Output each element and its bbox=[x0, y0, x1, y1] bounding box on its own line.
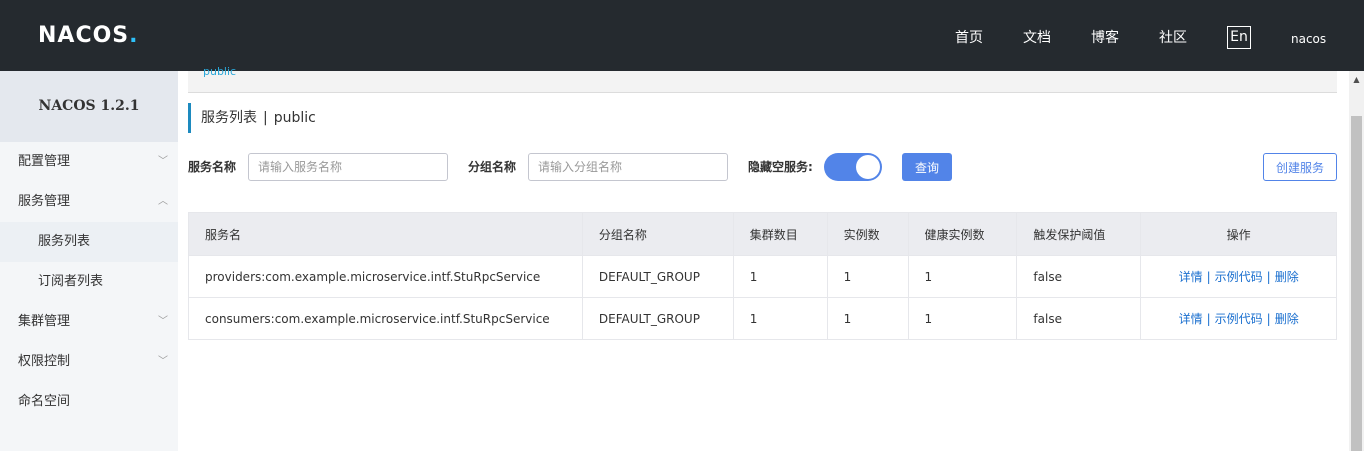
sample-code-link[interactable]: 示例代码 bbox=[1215, 270, 1263, 284]
sidebar-item-label: 配置管理 bbox=[18, 154, 71, 169]
column-header-operations: 操作 bbox=[1140, 212, 1337, 256]
service-name-input[interactable] bbox=[248, 153, 448, 181]
nav-home[interactable]: 首页 bbox=[955, 28, 983, 48]
cell-instance-count: 1 bbox=[826, 255, 909, 298]
sidebar-item-subscriber-list[interactable]: 订阅者列表 bbox=[0, 262, 178, 302]
sidebar-item-label: 订阅者列表 bbox=[38, 274, 104, 289]
cell-service-name: providers:com.example.microservice.intf.… bbox=[188, 255, 583, 298]
chevron-up-icon: ︿ bbox=[158, 196, 168, 207]
sidebar-item-cluster-management[interactable]: 集群管理 ﹀ bbox=[0, 302, 178, 342]
column-header-instance-count: 实例数 bbox=[826, 212, 909, 256]
sidebar-item-label: 命名空间 bbox=[18, 394, 71, 409]
cell-cluster-count: 1 bbox=[732, 297, 828, 340]
toggle-knob bbox=[856, 155, 880, 179]
logo-dot: . bbox=[129, 23, 139, 48]
column-header-healthy-instances: 健康实例数 bbox=[907, 212, 1018, 256]
op-separator: | bbox=[1266, 270, 1271, 284]
sidebar: NACOS 1.2.1 配置管理 ﹀ 服务管理 ︿ 服务列表 订阅者列表 集群管… bbox=[0, 71, 178, 451]
sidebar-item-config-management[interactable]: 配置管理 ﹀ bbox=[0, 142, 178, 182]
group-name-label: 分组名称 bbox=[468, 160, 517, 174]
table-header-row: 服务名 分组名称 集群数目 实例数 健康实例数 触发保护阈值 操作 bbox=[188, 212, 1337, 256]
cell-healthy-instances: 1 bbox=[907, 255, 1018, 298]
column-header-protect-threshold: 触发保护阈值 bbox=[1016, 212, 1142, 256]
query-button[interactable]: 查询 bbox=[902, 153, 952, 181]
title-separator: | bbox=[263, 110, 268, 126]
cell-protect-threshold: false bbox=[1016, 255, 1142, 298]
nav-docs[interactable]: 文档 bbox=[1023, 28, 1051, 48]
main-content: public 服务列表 | public 服务名称 分组名称 隐藏空服务: 查询 创… bbox=[178, 65, 1349, 451]
cell-operations: 详情 | 示例代码 | 删除 bbox=[1140, 297, 1337, 340]
op-separator: | bbox=[1206, 312, 1211, 326]
table-row: providers:com.example.microservice.intf.… bbox=[188, 255, 1337, 298]
table-row: consumers:com.example.microservice.intf.… bbox=[188, 297, 1337, 340]
sidebar-item-label: 权限控制 bbox=[18, 354, 71, 369]
chevron-down-icon: ﹀ bbox=[158, 156, 168, 167]
chevron-down-icon: ﹀ bbox=[158, 356, 168, 367]
page-title: 服务列表 | public bbox=[188, 103, 316, 133]
cell-operations: 详情 | 示例代码 | 删除 bbox=[1140, 255, 1337, 298]
sidebar-item-label: 服务管理 bbox=[18, 194, 71, 209]
sidebar-item-service-management[interactable]: 服务管理 ︿ bbox=[0, 182, 178, 222]
nav-community[interactable]: 社区 bbox=[1159, 28, 1187, 48]
service-table: 服务名 分组名称 集群数目 实例数 健康实例数 触发保护阈值 操作 provid… bbox=[188, 212, 1337, 340]
hide-empty-services-label: 隐藏空服务: bbox=[748, 160, 813, 174]
nacos-logo[interactable]: NACOS. bbox=[38, 25, 139, 47]
sidebar-item-namespace[interactable]: 命名空间 bbox=[0, 382, 178, 422]
cell-protect-threshold: false bbox=[1016, 297, 1142, 340]
sample-code-link[interactable]: 示例代码 bbox=[1215, 312, 1263, 326]
cell-cluster-count: 1 bbox=[732, 255, 828, 298]
namespace-bar: public bbox=[188, 65, 1337, 93]
chevron-down-icon: ﹀ bbox=[158, 316, 168, 327]
cell-healthy-instances: 1 bbox=[907, 297, 1018, 340]
sidebar-version-title: NACOS 1.2.1 bbox=[0, 71, 178, 142]
details-link[interactable]: 详情 bbox=[1179, 270, 1203, 284]
column-header-group-name: 分组名称 bbox=[581, 212, 734, 256]
sidebar-item-service-list[interactable]: 服务列表 bbox=[0, 222, 178, 262]
cell-group-name: DEFAULT_GROUP bbox=[581, 255, 734, 298]
logo-text: NACOS bbox=[38, 23, 130, 48]
nav-blog[interactable]: 博客 bbox=[1091, 28, 1119, 48]
sidebar-item-label: 服务列表 bbox=[38, 234, 91, 249]
namespace-tab-public[interactable]: public bbox=[203, 65, 236, 78]
page-title-namespace: public bbox=[273, 110, 316, 126]
details-link[interactable]: 详情 bbox=[1179, 312, 1203, 326]
group-name-input[interactable] bbox=[528, 153, 728, 181]
service-name-label: 服务名称 bbox=[188, 160, 237, 174]
sidebar-item-access-control[interactable]: 权限控制 ﹀ bbox=[0, 342, 178, 382]
delete-link[interactable]: 删除 bbox=[1275, 270, 1299, 284]
op-separator: | bbox=[1206, 270, 1211, 284]
cell-group-name: DEFAULT_GROUP bbox=[581, 297, 734, 340]
scrollbar-thumb[interactable] bbox=[1351, 116, 1362, 451]
scroll-up-arrow-icon[interactable]: ▲ bbox=[1349, 71, 1364, 88]
cell-service-name: consumers:com.example.microservice.intf.… bbox=[188, 297, 583, 340]
sidebar-item-label: 集群管理 bbox=[18, 314, 71, 329]
hide-empty-services-toggle[interactable] bbox=[824, 153, 882, 181]
delete-link[interactable]: 删除 bbox=[1275, 312, 1299, 326]
column-header-service-name: 服务名 bbox=[188, 212, 583, 256]
cell-instance-count: 1 bbox=[826, 297, 909, 340]
column-header-cluster-count: 集群数目 bbox=[732, 212, 828, 256]
op-separator: | bbox=[1266, 312, 1271, 326]
page-title-text: 服务列表 bbox=[201, 110, 257, 126]
top-header: NACOS. 首页 文档 博客 社区 En nacos bbox=[0, 0, 1364, 71]
user-menu[interactable]: nacos bbox=[1291, 30, 1326, 48]
vertical-scrollbar[interactable]: ▲ bbox=[1349, 71, 1364, 451]
language-switch-button[interactable]: En bbox=[1227, 26, 1251, 49]
create-service-button[interactable]: 创建服务 bbox=[1263, 153, 1337, 181]
